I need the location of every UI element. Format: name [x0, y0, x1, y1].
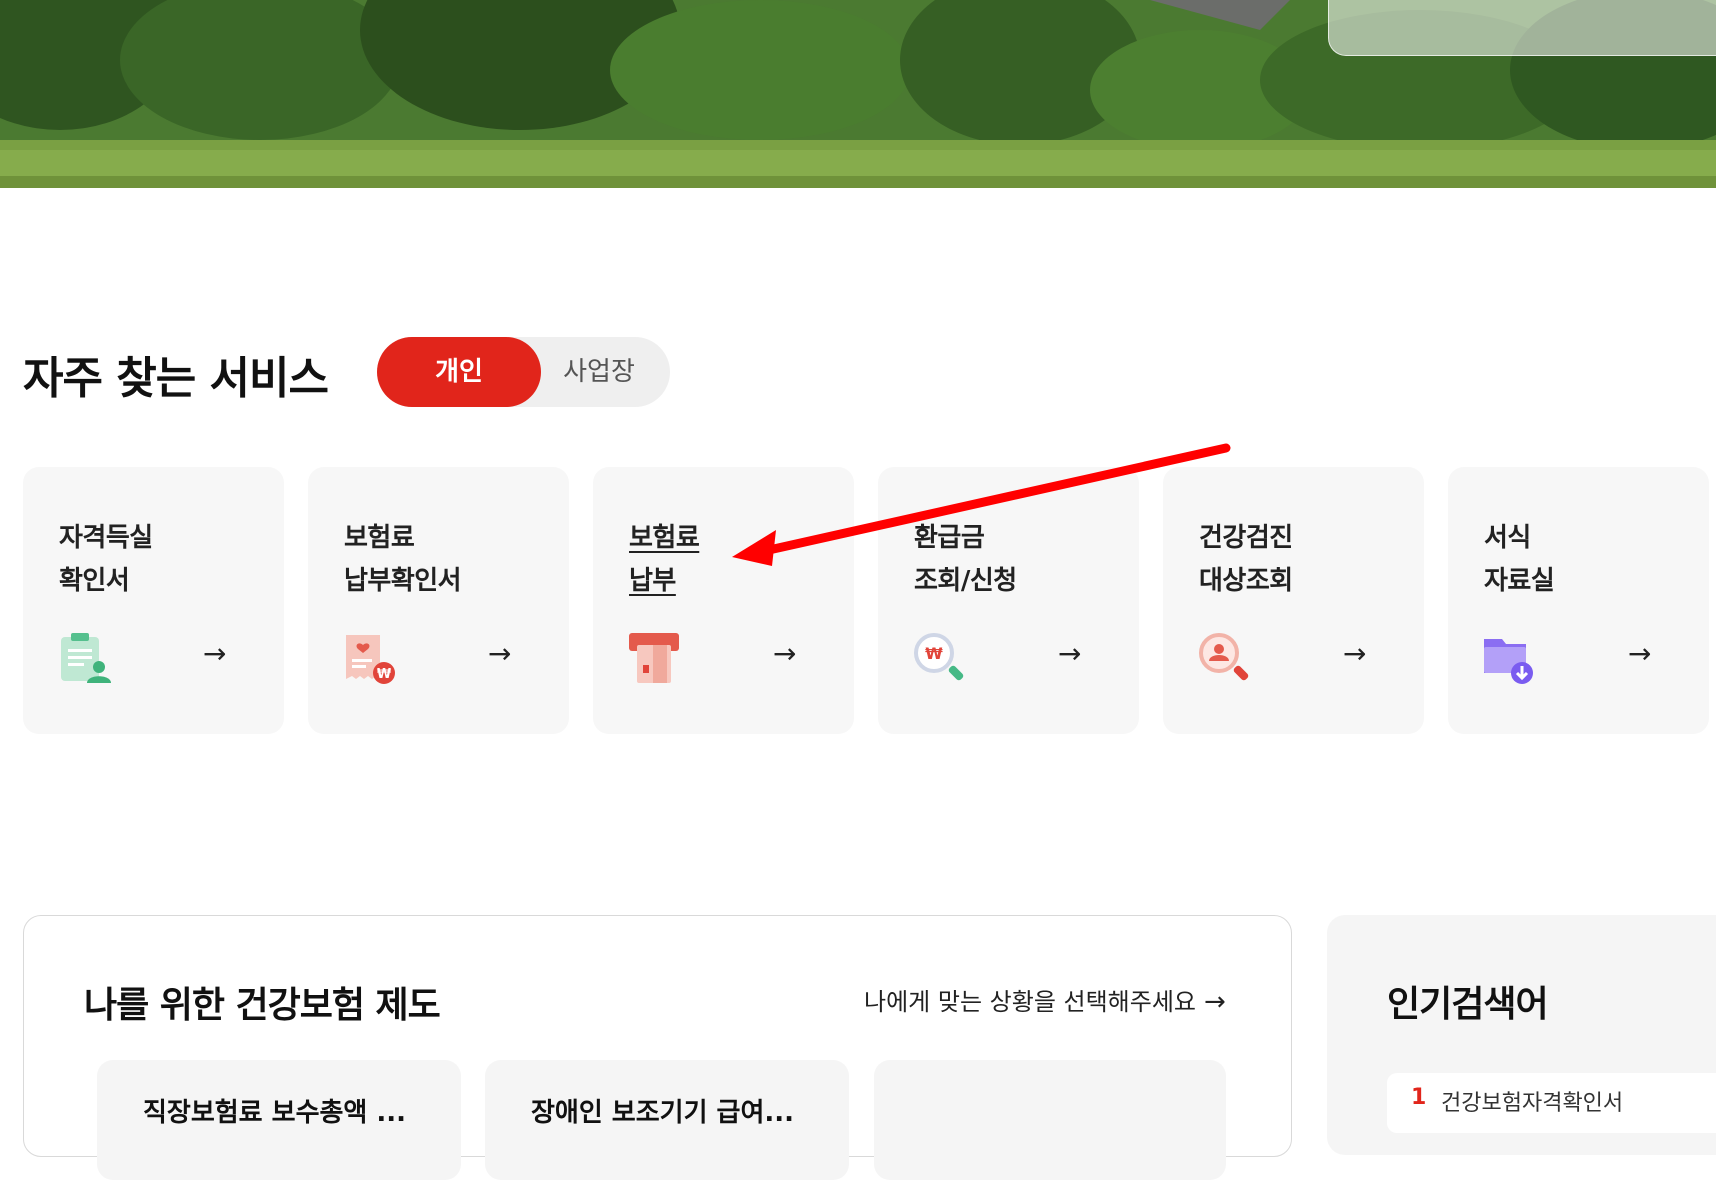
tab-business[interactable]: 사업장	[541, 337, 657, 407]
card-title-line1: 서식	[1484, 523, 1531, 553]
situation-select-label: 나에게 맞는 상황을 선택해주세요	[864, 988, 1197, 1016]
system-card-label: 장애인 보조기기 급여...	[531, 1098, 795, 1128]
card-title: 보험료 납부	[629, 517, 700, 603]
service-card-qualification[interactable]: 자격득실 확인서 →	[23, 467, 284, 734]
system-card[interactable]: 직장보험료 보수총액 ...	[97, 1060, 461, 1180]
payment-receipt-icon: ₩	[346, 635, 395, 684]
system-card[interactable]	[874, 1060, 1226, 1180]
health-system-panel: 나를 위한 건강보험 제도 나에게 맞는 상황을 선택해주세요 → 직장보험료 보…	[23, 915, 1292, 1180]
card-title: 건강검진 대상조회	[1199, 517, 1293, 603]
card-title-line1: 보험료	[344, 523, 415, 553]
card-title-line2: 납부확인서	[344, 566, 462, 596]
service-type-toggle: 개인 사업장	[377, 337, 670, 407]
refund-search-icon: ₩	[914, 633, 964, 681]
system-card-label: 직장보험료 보수총액 ...	[143, 1098, 407, 1128]
service-card-payment-receipt[interactable]: 보험료 납부확인서 ₩ →	[308, 467, 569, 734]
card-title-line1: 자격득실	[59, 523, 153, 553]
svg-text:₩: ₩	[925, 644, 943, 663]
situation-select-link[interactable]: 나에게 맞는 상황을 선택해주세요 →	[864, 982, 1226, 1017]
system-card[interactable]: 장애인 보조기기 급여...	[485, 1060, 849, 1180]
card-title-line2: 납부	[629, 566, 676, 596]
payment-card-icon	[629, 633, 679, 683]
arrow-right-icon: →	[203, 637, 227, 670]
card-title: 보험료 납부확인서	[344, 517, 462, 603]
svg-text:₩: ₩	[377, 667, 392, 682]
card-title: 자격득실 확인서	[59, 517, 153, 603]
hero-overlay-card	[1328, 0, 1716, 56]
panel-title: 나를 위한 건강보험 제도	[84, 985, 441, 1026]
card-title-line1: 환급금	[914, 523, 985, 553]
arrow-right-icon: →	[488, 637, 512, 670]
card-title-line2: 대상조회	[1199, 566, 1293, 596]
card-title-line1: 건강검진	[1199, 523, 1293, 553]
popular-search-item[interactable]: 1 건강보험자격확인서	[1387, 1073, 1716, 1133]
tab-personal[interactable]: 개인	[377, 337, 541, 407]
arrow-right-icon: →	[1343, 637, 1367, 670]
arrow-right-icon: →	[773, 637, 797, 670]
search-term: 건강보험자격확인서	[1441, 1091, 1624, 1116]
panel-title: 인기검색어	[1387, 984, 1549, 1025]
card-title-line2: 확인서	[59, 566, 130, 596]
arrow-right-icon: →	[1628, 637, 1652, 670]
qualification-certificate-icon	[61, 633, 111, 683]
card-title-line2: 조회/신청	[914, 566, 1017, 596]
arrow-right-icon: →	[1058, 637, 1082, 670]
arrow-right-icon: →	[1204, 987, 1226, 1017]
service-card-forms[interactable]: 서식 자료실 →	[1448, 467, 1709, 734]
search-rank: 1	[1411, 1085, 1427, 1110]
card-title: 서식 자료실	[1484, 517, 1555, 603]
forms-folder-icon	[1484, 639, 1533, 684]
service-card-premium-payment[interactable]: 보험료 납부 →	[593, 467, 854, 734]
hero-banner	[0, 0, 1716, 188]
card-title-line2: 자료실	[1484, 566, 1555, 596]
card-title: 환급금 조회/신청	[914, 517, 1017, 603]
checkup-search-icon	[1199, 633, 1249, 681]
service-card-health-checkup[interactable]: 건강검진 대상조회 →	[1163, 467, 1424, 734]
card-title-line1: 보험료	[629, 523, 700, 553]
section-title: 자주 찾는 서비스	[23, 353, 329, 404]
service-card-refund[interactable]: 환급금 조회/신청 ₩ →	[878, 467, 1139, 734]
popular-search-panel: 인기검색어 1 건강보험자격확인서	[1327, 915, 1716, 1155]
